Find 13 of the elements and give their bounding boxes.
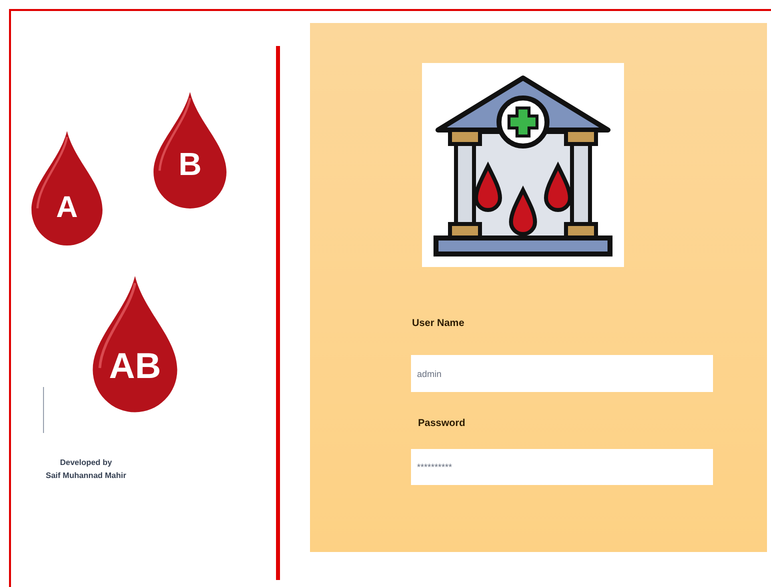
field-label: User Name: [412, 317, 466, 331]
scroll-line: [43, 387, 44, 433]
blood-type-label: A: [55, 193, 79, 223]
blood-type-label: B: [177, 148, 203, 180]
password-field[interactable]: **********: [411, 449, 713, 485]
username-field[interactable]: admin: [411, 355, 713, 392]
blood-drop-icon: [30, 131, 104, 247]
blood-type-label: AB: [108, 348, 162, 384]
field-label: Password: [418, 417, 466, 431]
blood-drop-icon: [91, 276, 179, 414]
developer-name: Saif Muhannad Mahir: [46, 470, 126, 482]
blood-drop-icon: [152, 92, 228, 210]
credit-text: Developed by: [60, 457, 112, 469]
